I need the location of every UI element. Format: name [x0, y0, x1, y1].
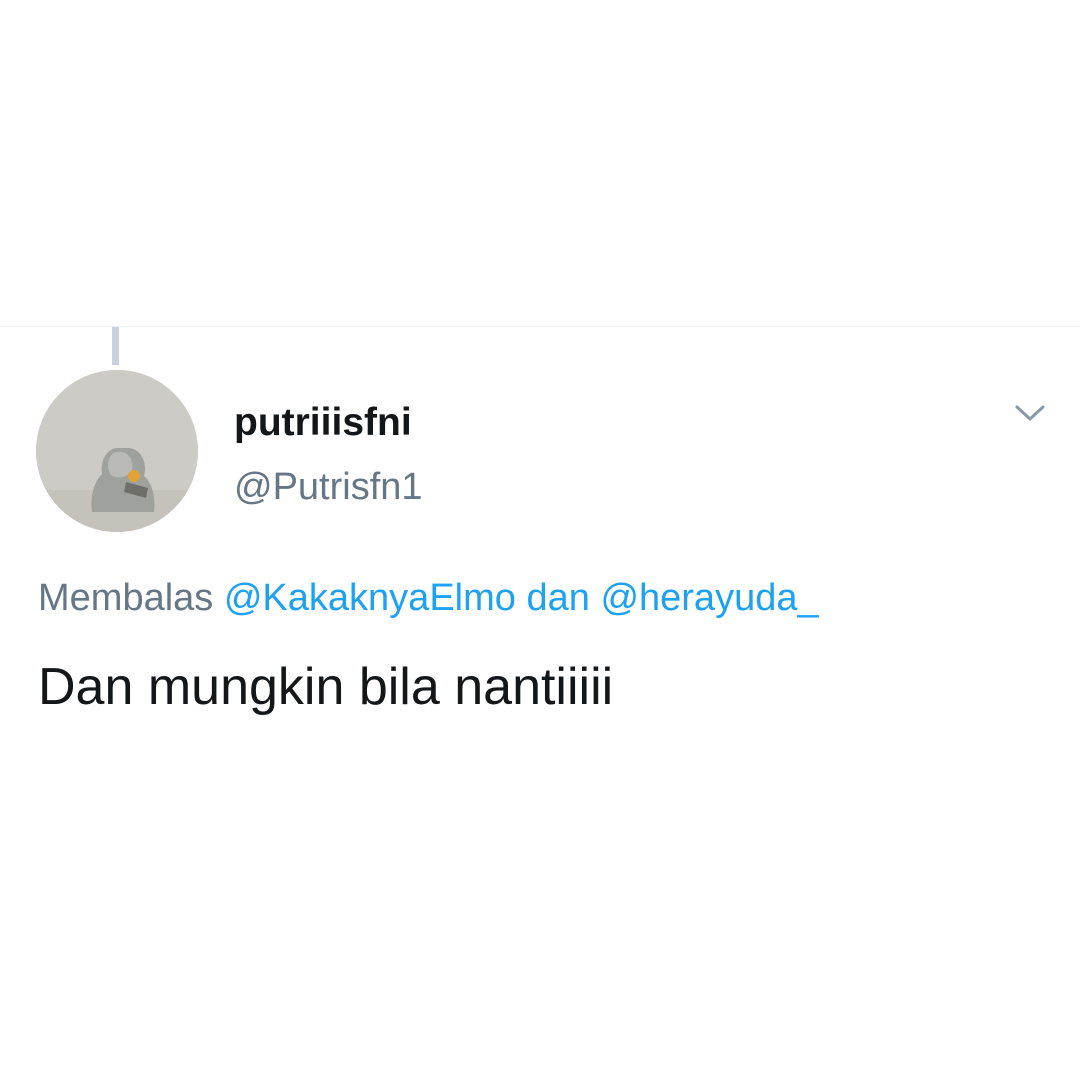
- avatar-photo: [36, 370, 198, 532]
- tweet-options-button[interactable]: [1008, 395, 1052, 431]
- reply-context: Membalas @KakaknyaElmo dan @herayuda_: [38, 579, 819, 617]
- reply-prefix: Membalas: [38, 577, 214, 619]
- reply-mention-herayuda[interactable]: @herayuda_: [600, 577, 818, 619]
- avatar[interactable]: [36, 370, 198, 532]
- chevron-down-icon: [1015, 405, 1045, 421]
- thread-connector-line: [112, 327, 119, 365]
- tweet-text: Dan mungkin bila nantiiiii: [38, 658, 614, 716]
- reply-mention-kakaknyaelmo[interactable]: @KakaknyaElmo: [224, 577, 516, 619]
- author-handle[interactable]: @Putrisfn1: [234, 468, 423, 506]
- author-display-name[interactable]: putriiisfni: [234, 403, 412, 442]
- tweet-card[interactable]: putriiisfni @Putrisfn1 Membalas @Kakakny…: [0, 326, 1080, 747]
- reply-conjunction: dan: [526, 577, 590, 619]
